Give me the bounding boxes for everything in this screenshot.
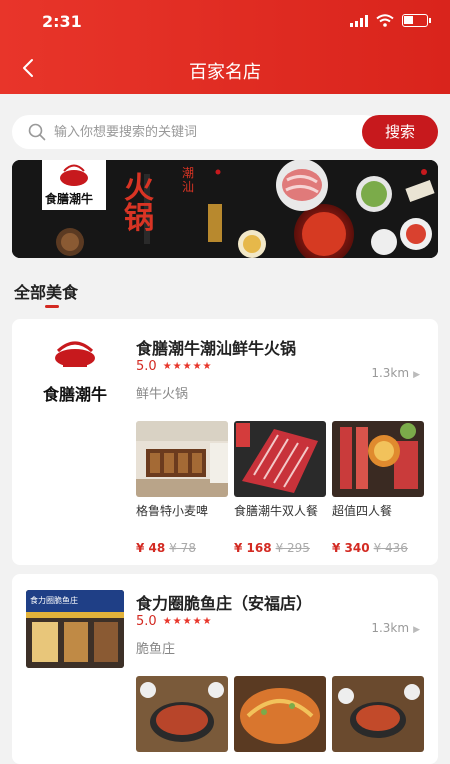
rating-row: 5.0 ★★★★★ <box>136 359 213 374</box>
deal-name: 格鲁特小麦啤 <box>136 504 209 518</box>
search-box[interactable] <box>12 115 382 149</box>
deal-price: ¥ 340 ¥ 436 <box>332 541 424 555</box>
promo-banner[interactable]: 食膳潮牛 火锅 潮汕 <box>12 160 438 258</box>
star-rating-icon: ★★★★★ <box>162 361 213 372</box>
status-time: 2:31 <box>42 12 82 31</box>
store-logo: 食膳潮牛 <box>26 333 124 411</box>
store-category: 脆鱼庄 <box>136 642 176 657</box>
arrow-right-icon: ▶ <box>413 370 420 380</box>
store-card[interactable]: 食膳潮牛 食膳潮牛潮汕鲜牛火锅 5.0 ★★★★★ 1.3km ▶ 鲜牛火锅 格鲁… <box>12 319 438 565</box>
deal-item[interactable] <box>136 676 228 752</box>
banner-artwork <box>12 160 438 258</box>
deal-item[interactable]: 格鲁特小麦啤 ¥ 48 ¥ 78 <box>136 421 228 555</box>
search-button[interactable]: 搜索 <box>362 115 438 149</box>
store-logo-text: 食力圈脆鱼庄 <box>30 596 78 605</box>
status-bar: 2:31 <box>0 10 450 36</box>
deal-image <box>136 676 228 752</box>
store-category: 鲜牛火锅 <box>136 387 189 402</box>
search-input[interactable] <box>54 115 364 149</box>
distance-value: 1.3km <box>371 366 410 380</box>
star-rating-icon: ★★★★★ <box>162 616 213 627</box>
section-title: 全部美食 <box>14 283 79 302</box>
deal-item[interactable] <box>332 676 424 752</box>
deal-image <box>332 676 424 752</box>
deal-item[interactable]: 食膳潮牛双人餐 ¥ 168 ¥ 295 <box>234 421 326 555</box>
search-icon <box>28 123 46 141</box>
battery-level <box>404 16 413 24</box>
store-card[interactable]: 食力圈脆鱼庄 食力圈脆鱼庄（安福店） 5.0 ★★★★★ 1.3km ▶ 脆鱼庄 <box>12 574 438 764</box>
arrow-right-icon: ▶ <box>413 625 420 635</box>
deal-name: 食膳潮牛双人餐 <box>234 504 319 518</box>
store-name[interactable]: 食力圈脆鱼庄（安福店） <box>136 590 312 614</box>
deal-item[interactable]: 超值四人餐 ¥ 340 ¥ 436 <box>332 421 424 555</box>
status-icons <box>350 14 431 27</box>
store-name[interactable]: 食膳潮牛潮汕鲜牛火锅 <box>136 335 296 359</box>
distance: 1.3km ▶ <box>371 366 420 380</box>
deal-image <box>234 421 326 497</box>
banner-headline: 火锅 <box>124 171 154 236</box>
battery-icon <box>402 14 431 27</box>
rating-row: 5.0 ★★★★★ <box>136 614 213 629</box>
signal-icon <box>350 14 368 27</box>
search-row: 搜索 <box>12 115 438 149</box>
store-logo-text: 食膳潮牛 <box>42 385 107 404</box>
deal-image <box>234 676 326 752</box>
nav-bar: 百家名店 <box>0 50 450 90</box>
section-underline <box>45 305 59 308</box>
deal-price-old: ¥ 295 <box>275 541 310 555</box>
deal-name: 超值四人餐 <box>332 504 393 518</box>
banner-logo-text: 食膳潮牛 <box>45 192 94 206</box>
deal-price-now: ¥ 48 <box>136 541 166 555</box>
deal-image <box>136 421 228 497</box>
banner-tagline: 潮汕 <box>182 166 195 194</box>
deal-price: ¥ 48 ¥ 78 <box>136 541 228 555</box>
header: 2:31 百家名店 <box>0 0 450 94</box>
deal-item[interactable] <box>234 676 326 752</box>
deal-price-now: ¥ 340 <box>332 541 370 555</box>
deal-price: ¥ 168 ¥ 295 <box>234 541 326 555</box>
deal-price-old: ¥ 78 <box>169 541 196 555</box>
wifi-icon <box>376 14 394 27</box>
rating-value: 5.0 <box>136 614 157 629</box>
deal-price-old: ¥ 436 <box>373 541 408 555</box>
store-logo: 食力圈脆鱼庄 <box>26 590 124 668</box>
rating-value: 5.0 <box>136 359 157 374</box>
page-title: 百家名店 <box>189 62 261 83</box>
distance-value: 1.3km <box>371 621 410 635</box>
distance: 1.3km ▶ <box>371 621 420 635</box>
deal-image <box>332 421 424 497</box>
deal-price-now: ¥ 168 <box>234 541 272 555</box>
